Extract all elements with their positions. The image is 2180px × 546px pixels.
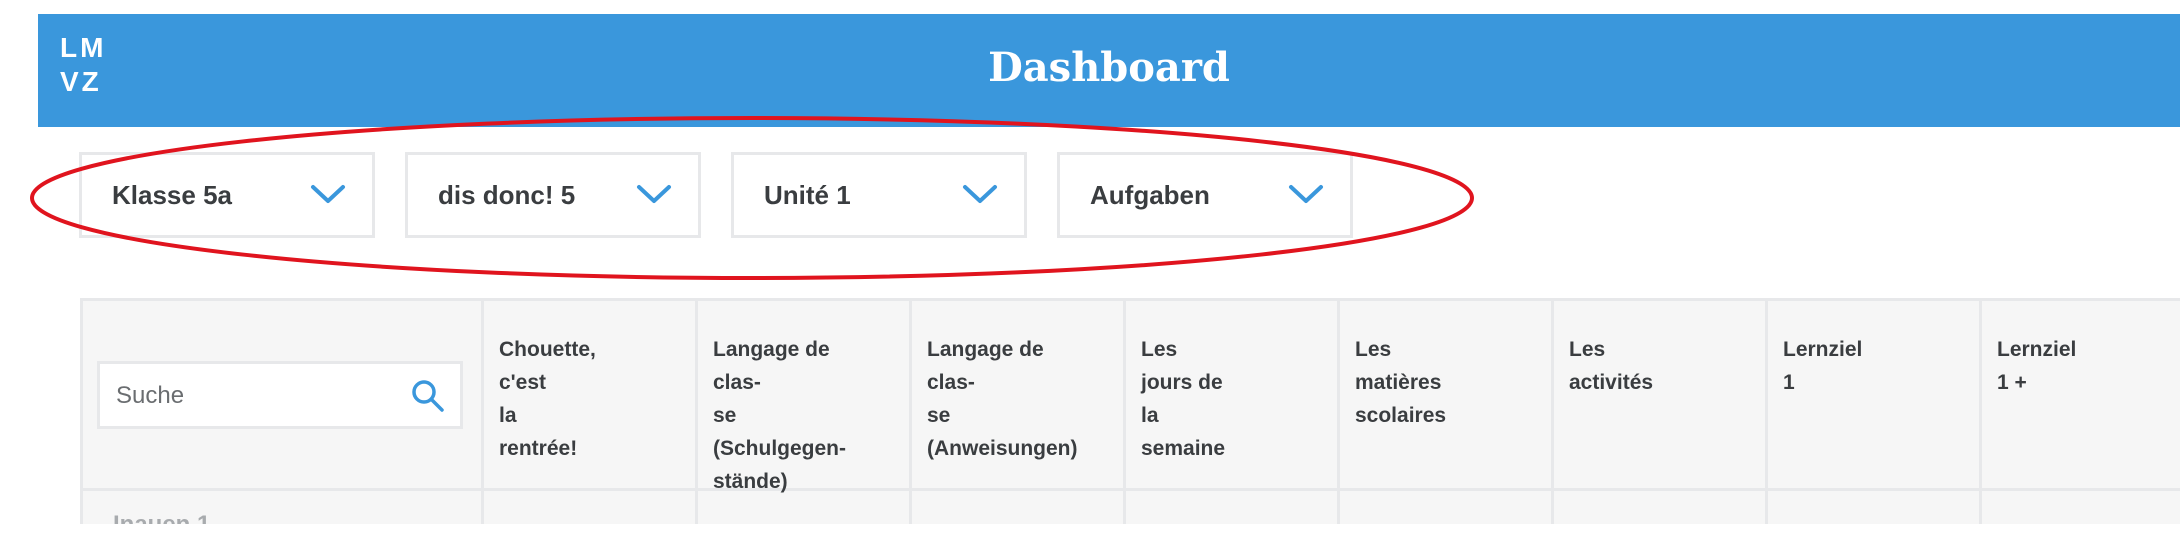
column-header[interactable]: Lernziel 1 [1783, 333, 1862, 399]
app-header: LM VZ Dashboard [38, 14, 2180, 127]
column-langage-schulgegenstaende: Langage de clas- se (Schulgegen- stände) [695, 301, 846, 524]
view-select-value: Aufgaben [1090, 180, 1210, 210]
chevron-down-icon [963, 185, 997, 203]
class-select-value: Klasse 5a [112, 180, 232, 210]
student-search[interactable] [97, 361, 463, 429]
unit-select[interactable]: Unité 1 [731, 152, 1027, 238]
progress-table: Chouette, c'est la rentrée! Langage de c… [80, 298, 2180, 524]
class-select[interactable]: Klasse 5a [79, 152, 375, 238]
page-title: Dashboard [988, 44, 1230, 91]
chevron-down-icon [637, 185, 671, 203]
column-lernziel-1-plus: Lernziel 1 + [1979, 301, 2076, 524]
column-header[interactable]: Chouette, c'est la rentrée! [499, 333, 596, 465]
column-header[interactable]: Langage de clas- se (Anweisungen) [927, 333, 1078, 465]
column-matieres: Les matières scolaires [1337, 301, 1446, 524]
column-jours: Les jours de la semaine [1123, 301, 1225, 524]
column-header[interactable]: Les jours de la semaine [1141, 333, 1225, 465]
chevron-down-icon [1289, 185, 1323, 203]
unit-select-value: Unité 1 [764, 180, 851, 210]
view-select[interactable]: Aufgaben [1057, 152, 1353, 238]
textbook-select-value: dis donc! 5 [438, 180, 576, 210]
textbook-select[interactable]: dis donc! 5 [405, 152, 701, 238]
chevron-down-icon [311, 185, 345, 203]
column-header[interactable]: Les activités [1569, 333, 1653, 399]
search-icon[interactable] [410, 378, 446, 414]
student-row-label[interactable]: Inauen 1 [113, 511, 210, 524]
column-header[interactable]: Langage de clas- se (Schulgegen- stände) [713, 333, 846, 498]
column-header[interactable]: Lernziel 1 + [1997, 333, 2076, 399]
column-activites: Les activités [1551, 301, 1653, 524]
column-langage-anweisungen: Langage de clas- se (Anweisungen) [909, 301, 1078, 524]
column-lernziel-1: Lernziel 1 [1765, 301, 1862, 524]
search-input[interactable] [114, 372, 398, 420]
column-header[interactable]: Les matières scolaires [1355, 333, 1446, 432]
column-chouette: Chouette, c'est la rentrée! [481, 301, 596, 524]
